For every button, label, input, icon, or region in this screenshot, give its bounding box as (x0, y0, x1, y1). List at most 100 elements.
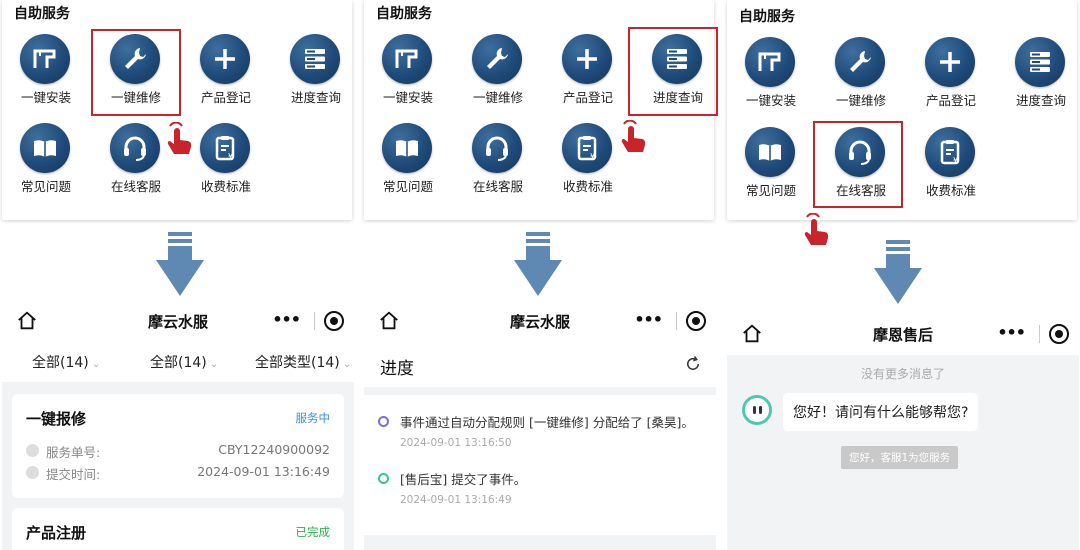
service-item-label: 一键安装 (382, 90, 433, 105)
mini-app-header: 摩云水服 ••• (364, 300, 716, 342)
service-item[interactable]: 产品登记 (909, 34, 989, 118)
highlight-box (628, 27, 718, 116)
pipe-install-icon (20, 34, 70, 84)
svg-text:¥: ¥ (228, 152, 233, 161)
down-arrow-icon (874, 240, 922, 304)
service-item[interactable]: 一键安装 (366, 31, 446, 115)
no-more-messages: 没有更多消息了 (860, 367, 945, 381)
service-item-label: 进度查询 (290, 90, 341, 105)
price-list-icon: ¥ (562, 123, 612, 173)
service-item[interactable]: 常见问题 (366, 120, 446, 204)
service-item-label: 产品登记 (925, 93, 976, 108)
service-item[interactable]: 在线客服 (456, 120, 536, 204)
order-title: 一键报修 (26, 410, 87, 428)
service-item-label: 一键安装 (20, 90, 71, 105)
service-item[interactable]: 一键安装 (4, 31, 84, 115)
service-item[interactable]: 进度查询 (999, 34, 1079, 118)
more-menu-icon[interactable]: ••• (634, 310, 663, 329)
headset-icon (472, 123, 522, 173)
self-service-card: 自助服务 一键安装 一键维修 产品登记 进度查询 常见问题 在线客服 ¥ 收费标准 (364, 0, 718, 220)
divider (676, 312, 677, 330)
app-title: 摩恩售后 (872, 326, 933, 344)
close-capsule-icon[interactable] (324, 311, 344, 331)
event-timeline: 事件通过自动分配规则 [一键维修] 分配给了 [桑昊]。 2024-09-01 … (364, 395, 716, 535)
section-title: 自助服务 (736, 6, 795, 26)
phone-screen-progress: 摩云水服 ••• 进度 事件通过自动分配规则 [一键维修] 分配给了 [桑昊]。… (364, 300, 716, 550)
progress-title: 进度 (380, 359, 414, 379)
service-item[interactable]: 常见问题 (4, 120, 84, 204)
svg-text:¥: ¥ (953, 156, 958, 165)
svg-text:¥: ¥ (590, 152, 595, 161)
service-item[interactable]: 产品登记 (546, 31, 626, 115)
clock-icon (26, 466, 39, 479)
service-item[interactable]: ¥ 收费标准 (909, 124, 989, 208)
service-item-label: 进度查询 (1015, 93, 1066, 108)
service-item-label: 收费标准 (925, 183, 976, 198)
tap-hand-icon (799, 212, 835, 249)
service-item[interactable]: 进度查询 (274, 31, 354, 115)
status-badge: 已完成 (295, 525, 331, 539)
price-list-icon: ¥ (925, 127, 975, 177)
down-arrow-icon (156, 232, 204, 296)
wrench-icon (472, 34, 522, 84)
filter-status[interactable]: 全部(14) (150, 352, 218, 372)
step-1-column: 自助服务 一键安装 一键维修 产品登记 进度查询 常见问题 在线客服 ¥ 收费标准 摩云水服 … (2, 0, 354, 550)
refresh-icon[interactable] (684, 355, 702, 373)
service-item-label: 收费标准 (562, 179, 613, 194)
self-service-card: 自助服务 一键安装 一键维修 产品登记 进度查询 常见问题 在线客服 ¥ 收费标准 (727, 0, 1079, 245)
service-item-label: 在线客服 (110, 179, 161, 194)
list-stack-icon (1015, 37, 1065, 87)
service-item-label: 收费标准 (200, 179, 251, 194)
self-service-card: 自助服务 一键安装 一键维修 产品登记 进度查询 常见问题 在线客服 ¥ 收费标准 (2, 0, 352, 220)
service-item[interactable]: 常见问题 (729, 124, 809, 208)
service-no-label: 服务单号: (46, 445, 101, 460)
filter-type[interactable]: 全部类型(14) (255, 352, 351, 372)
status-badge: 服务中 (295, 411, 331, 425)
order-title: 产品注册 (26, 524, 87, 542)
event-time: 2024-09-01 13:16:49 (400, 494, 512, 506)
service-item[interactable]: 一键维修 (819, 34, 899, 118)
timeline-dot (378, 473, 389, 484)
highlight-box (813, 121, 903, 208)
section-title: 自助服务 (11, 3, 70, 23)
service-item-label: 一键维修 (835, 93, 886, 108)
order-card-repair[interactable]: 一键报修 服务中 服务单号: CBY12240900092 提交时间: 2024… (12, 394, 344, 498)
book-icon (745, 127, 795, 177)
close-capsule-icon[interactable] (686, 311, 706, 331)
price-list-icon: ¥ (200, 123, 250, 173)
close-capsule-icon[interactable] (1049, 324, 1069, 344)
headset-icon (110, 123, 160, 173)
chat-bubble: 您好！请问有什么能够帮您? (783, 393, 979, 431)
divider (1039, 325, 1040, 343)
service-item[interactable]: ¥ 收费标准 (546, 120, 626, 204)
app-title: 摩云水服 (509, 313, 570, 331)
event-text: [售后宝] 提交了事件。 (400, 472, 527, 487)
list-stack-icon (290, 34, 340, 84)
event-time: 2024-09-01 13:16:50 (400, 437, 512, 449)
service-item-label: 常见问题 (745, 183, 796, 198)
phone-screen-chat: 摩恩售后 ••• 没有更多消息了 您好！请问有什么能够帮您? 您好，客服1为您服… (727, 313, 1079, 550)
more-menu-icon[interactable]: ••• (997, 323, 1026, 342)
filter-all[interactable]: 全部(14) (32, 352, 100, 372)
book-icon (20, 123, 70, 173)
submit-time-label: 提交时间: (46, 467, 101, 482)
tap-hand-icon (616, 119, 652, 156)
service-item[interactable]: 一键安装 (729, 34, 809, 118)
service-item[interactable]: 产品登记 (184, 31, 264, 115)
divider (314, 312, 315, 330)
mini-app-header: 摩恩售后 ••• (727, 313, 1079, 355)
service-item[interactable]: 一键维修 (456, 31, 536, 115)
mini-app-header: 摩云水服 ••• (2, 300, 354, 342)
progress-header: 进度 (364, 342, 716, 387)
down-arrow-icon (514, 232, 562, 296)
service-item-label: 产品登记 (200, 90, 251, 105)
highlight-box (91, 29, 181, 116)
wrench-icon (835, 37, 885, 87)
section-title: 自助服务 (373, 3, 432, 23)
pipe-install-icon (745, 37, 795, 87)
step-3-column: 自助服务 一键安装 一键维修 产品登记 进度查询 常见问题 在线客服 ¥ 收费标准 摩恩售后 … (727, 0, 1079, 550)
plus-icon (562, 34, 612, 84)
more-menu-icon[interactable]: ••• (272, 310, 301, 329)
service-no-value: CBY12240900092 (218, 442, 330, 457)
order-card-register[interactable]: 产品注册 已完成 (12, 508, 344, 550)
